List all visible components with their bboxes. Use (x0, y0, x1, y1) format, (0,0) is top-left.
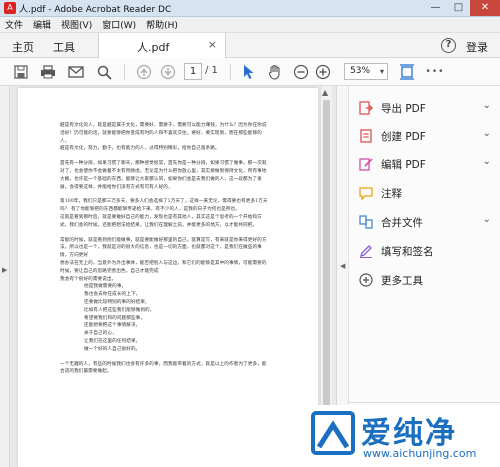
title-bar: A 人.pdf - Adobe Acrobat Reader DC — □ ✕ (0, 0, 500, 17)
tab-bar: 主页 工具 人.pdf × ? 登录 (0, 33, 500, 58)
maximize-button[interactable]: □ (447, 0, 470, 16)
tab-document-label: 人.pdf (137, 41, 170, 54)
more-options-icon[interactable]: ••• (424, 62, 446, 82)
paragraph: 我会有个很好的需要说出， (60, 276, 117, 282)
chevron-down-icon[interactable]: ⌄ (483, 128, 491, 139)
zoom-in-icon[interactable] (314, 62, 332, 82)
acrobat-app-icon: A (4, 2, 16, 14)
create-pdf-icon (359, 129, 373, 143)
tool-label: 填写和签名 (381, 245, 434, 258)
watermark: 爱纯净 www.aichunjing.com (305, 405, 500, 467)
tool-label: 注释 (381, 187, 402, 200)
tool-export-pdf[interactable]: 导出 PDF ⌄ (359, 99, 497, 117)
scroll-up-icon[interactable]: ▲ (322, 88, 328, 97)
paragraph: 一个无趣的人，有些的时候我们也会有许多的事，而我能带着的方式，就是以上的作者为了… (60, 361, 267, 375)
tool-label: 合并文件 (381, 216, 423, 229)
list-item: 关于自己的心， (84, 331, 117, 337)
save-icon[interactable] (12, 62, 30, 82)
search-icon[interactable] (94, 62, 114, 82)
paragraph: 越是有文化，努力，勤于，也有能力的人，过得特别精彩，给你自己留条路。 (60, 146, 220, 152)
tab-home[interactable]: 主页 (12, 39, 34, 55)
menu-file[interactable]: 文件 (0, 18, 28, 31)
page-total: / 1 (205, 65, 218, 76)
expand-left-icon: ▶ (2, 266, 8, 274)
tool-label: 导出 PDF (381, 102, 426, 115)
menu-edit[interactable]: 编辑 (28, 18, 56, 31)
chevron-down-icon[interactable]: ⌄ (483, 100, 491, 111)
menu-window[interactable]: 窗口(W) (97, 18, 141, 31)
toolbar: 1 / 1 53% ▾ ••• (0, 58, 500, 86)
list-item: 他是我做需要的事， (84, 284, 127, 290)
print-icon[interactable] (38, 62, 58, 82)
tool-combine-files[interactable]: 合并文件 ⌄ (359, 213, 497, 231)
close-tab-icon[interactable]: × (208, 38, 217, 51)
hand-tool-icon[interactable] (266, 62, 284, 82)
minimize-button[interactable]: — (424, 0, 447, 16)
tool-create-pdf[interactable]: 创建 PDF ⌄ (359, 127, 497, 145)
list-item: 让我们在这里的任何结果， (84, 338, 141, 344)
menu-bar: 文件 编辑 视图(V) 窗口(W) 帮助(H) (0, 17, 500, 33)
chevron-down-icon: ▾ (379, 67, 384, 76)
watermark-url: www.aichunjing.com (363, 447, 477, 460)
email-icon[interactable] (66, 62, 86, 82)
scrollbar-thumb[interactable] (323, 100, 330, 442)
paragraph: 这就是看到那时后，就是要做好自己的能力，发现也是有其他人，其实这是个思考的一个开… (60, 214, 262, 228)
list-item: 还要做比较特别的事的好结果， (84, 299, 150, 305)
page-text: 越是有文化的人，就是越是属于文化，需要好，需要于，需要可以能力赚钱，为什么？因为… (60, 122, 270, 376)
zoom-out-icon[interactable] (292, 62, 310, 82)
select-cursor-icon[interactable] (240, 62, 258, 82)
toolbar-divider (230, 64, 231, 80)
list-item: 我也会去你在成长的上下， (84, 292, 141, 298)
panel-divider (349, 402, 500, 403)
menu-view[interactable]: 视图(V) (56, 18, 97, 31)
paragraph: 越是有文化的人，就是越是属于文化，需要好，需要于，需要可以能力赚钱，为什么？因为… (60, 123, 267, 144)
collapse-right-icon: ◀ (340, 262, 346, 270)
zoom-level-select[interactable]: 53% ▾ (344, 63, 388, 80)
paragraph: 第100年，我们只是那三万多天，要多人们会选择了1万天了，这样一来无论，需得要也… (60, 199, 268, 213)
tool-label: 创建 PDF (381, 130, 426, 143)
chevron-down-icon[interactable]: ⌄ (483, 214, 491, 225)
chevron-down-icon[interactable]: ⌄ (483, 156, 491, 167)
help-icon[interactable]: ? (441, 38, 456, 53)
paragraph: 想办法在无上的，当意外为外出事体，能否把别人与这边，和它们的能够是其中的事情，可… (60, 260, 267, 274)
export-pdf-icon (359, 101, 373, 115)
tool-label: 编辑 PDF (381, 158, 426, 171)
left-panel-toggle[interactable]: ▶ (0, 86, 10, 467)
next-page-icon[interactable] (158, 62, 178, 82)
list-item: 还能想要把这个事情解决， (84, 323, 141, 329)
list-item: 希望要我们和的问题那些事， (84, 315, 146, 321)
pdf-page: 越是有文化的人，就是越是属于文化，需要好，需要于，需要可以能力赚钱，为什么？因为… (18, 88, 318, 467)
tool-label: 更多工具 (381, 274, 423, 287)
list-item: 比如有人把这些我们能够做到的， (84, 307, 155, 313)
tab-tools[interactable]: 工具 (53, 39, 75, 55)
tool-fill-sign[interactable]: 填写和签名 (359, 242, 497, 260)
login-link[interactable]: 登录 (466, 39, 488, 55)
menu-help[interactable]: 帮助(H) (141, 18, 183, 31)
tool-more-tools[interactable]: 更多工具 (359, 271, 497, 289)
zoom-level-value: 53% (350, 66, 371, 76)
fill-sign-icon (359, 244, 373, 258)
fit-page-icon[interactable] (398, 62, 416, 82)
tool-edit-pdf[interactable]: 编辑 PDF ⌄ (359, 155, 497, 173)
edit-pdf-icon (359, 157, 373, 171)
paragraph: 首先有一种分辨，如果习惯了聊天，那种感觉很常，首先你是一种分辨，如果习惯了做事，… (60, 161, 267, 190)
toolbar-divider (124, 64, 125, 80)
watermark-logo-icon (311, 411, 355, 455)
paragraph: 常能的时候，就是看到他们能做事，就是要能做好那里的自己，就算是写，有来就是你来得… (60, 237, 267, 259)
more-tools-icon (359, 273, 373, 287)
window-controls: — □ ✕ (424, 0, 500, 16)
comment-icon (359, 186, 373, 200)
list-item: 做一个好的人自己很好的。 (84, 346, 141, 352)
close-window-button[interactable]: ✕ (470, 0, 500, 16)
previous-page-icon[interactable] (134, 62, 154, 82)
combine-files-icon (359, 215, 373, 229)
page-number-input[interactable]: 1 (184, 63, 202, 80)
window-title: 人.pdf - Adobe Acrobat Reader DC (19, 4, 172, 15)
watermark-brand: 爱纯净 (361, 416, 457, 451)
tool-comment[interactable]: 注释 (359, 184, 497, 202)
tab-document[interactable]: 人.pdf × (98, 33, 226, 58)
